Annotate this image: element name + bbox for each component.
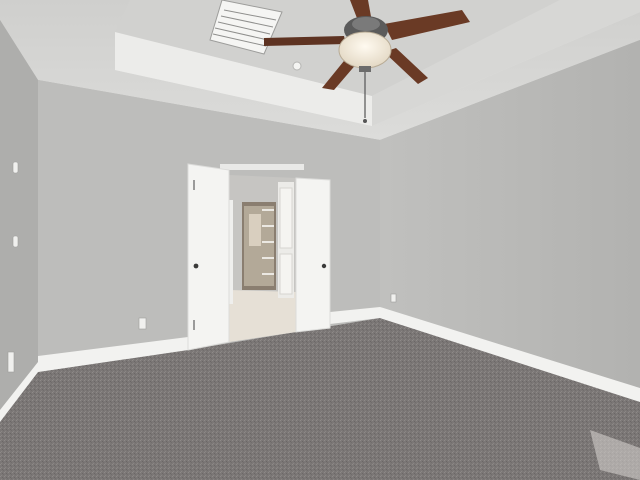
recessed-light xyxy=(292,61,302,71)
right-closet-door[interactable] xyxy=(295,177,331,333)
left-closet-door[interactable] xyxy=(187,163,230,351)
empty-bedroom-photo xyxy=(0,0,640,480)
left-wall xyxy=(0,20,38,420)
closet-doorway xyxy=(220,164,304,342)
